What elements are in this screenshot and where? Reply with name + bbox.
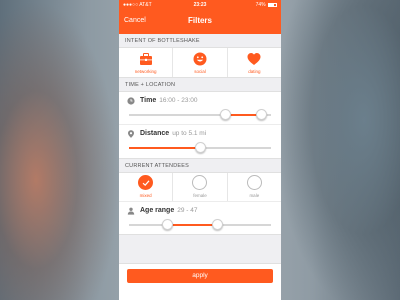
distance-fill xyxy=(129,147,200,149)
apply-button[interactable]: apply xyxy=(127,269,273,283)
intent-options: networking social dating xyxy=(119,47,281,78)
distance-slider[interactable] xyxy=(129,142,271,153)
background-blur-right xyxy=(280,0,400,300)
intent-label-dating: dating xyxy=(248,69,261,74)
intent-label-social: social xyxy=(194,69,206,74)
attendee-option-female[interactable]: female xyxy=(173,173,228,201)
intent-option-social[interactable]: social xyxy=(173,48,228,77)
time-range-slider[interactable] xyxy=(129,109,271,120)
attendee-options: mixed female male xyxy=(119,173,281,201)
clock-icon xyxy=(127,97,135,105)
distance-handle[interactable] xyxy=(194,142,206,153)
battery-icon xyxy=(268,2,277,7)
briefcase-icon xyxy=(139,53,152,65)
time-label: Time 16:00 - 23:00 xyxy=(140,97,198,104)
age-value: 29 - 47 xyxy=(177,207,198,214)
intent-option-networking[interactable]: networking xyxy=(119,48,174,77)
intent-option-dating[interactable]: dating xyxy=(228,48,281,77)
attendee-option-mixed[interactable]: mixed xyxy=(119,173,174,201)
status-right: 74% xyxy=(256,2,277,8)
attendees-header: CURRENT ATTENDEES xyxy=(125,163,190,169)
attendee-label-female: female xyxy=(193,193,207,198)
attendee-label-mixed: mixed xyxy=(139,193,152,198)
battery-percent: 74% xyxy=(255,2,266,8)
time-value: 16:00 - 23:00 xyxy=(159,97,198,104)
age-range-slider[interactable] xyxy=(129,219,271,230)
radio-circle-icon xyxy=(246,175,262,190)
checkmark-icon xyxy=(138,175,154,190)
nav-bar: ●●●○○ AT&T 23:23 74% Cancel Filters xyxy=(119,0,281,34)
time-location-card: Time 16:00 - 23:00 Distance up to 5.1 mi xyxy=(119,91,281,159)
age-slider-block: Age range 29 - 47 xyxy=(119,201,281,234)
radio-circle-icon xyxy=(192,175,208,190)
age-icon xyxy=(127,207,135,215)
age-min-handle[interactable] xyxy=(161,219,173,230)
heart-icon xyxy=(247,53,261,65)
attendee-label-male: male xyxy=(249,193,260,198)
nav-row: Cancel Filters xyxy=(119,15,281,29)
time-end-handle[interactable] xyxy=(255,109,267,120)
intent-label-networking: networking xyxy=(134,69,157,74)
age-max-handle[interactable] xyxy=(211,219,223,230)
page-title: Filters xyxy=(187,16,212,25)
background-blur-left xyxy=(0,0,120,300)
intent-header: INTENT OF BOTTLESHAKE xyxy=(125,38,200,44)
time-slider-block: Time 16:00 - 23:00 xyxy=(119,92,281,125)
distance-slider-block: Distance up to 5.1 mi xyxy=(119,125,281,158)
attendees-card: mixed female male Age range 29 - 47 xyxy=(119,172,281,235)
distance-label: Distance up to 5.1 mi xyxy=(140,130,207,137)
time-location-header: TIME + LOCATION xyxy=(125,82,176,88)
smiley-icon xyxy=(193,52,207,66)
distance-value: up to 5.1 mi xyxy=(172,130,207,137)
age-label: Age range 29 - 47 xyxy=(140,207,198,214)
phone-screen: ●●●○○ AT&T 23:23 74% Cancel Filters INTE… xyxy=(119,0,281,300)
age-range-fill xyxy=(167,224,218,226)
status-bar: ●●●○○ AT&T 23:23 74% xyxy=(119,0,281,10)
location-pin-icon xyxy=(128,130,134,138)
apply-bar: apply xyxy=(119,263,281,300)
attendee-option-male[interactable]: male xyxy=(228,173,281,201)
time-start-handle[interactable] xyxy=(220,109,232,120)
